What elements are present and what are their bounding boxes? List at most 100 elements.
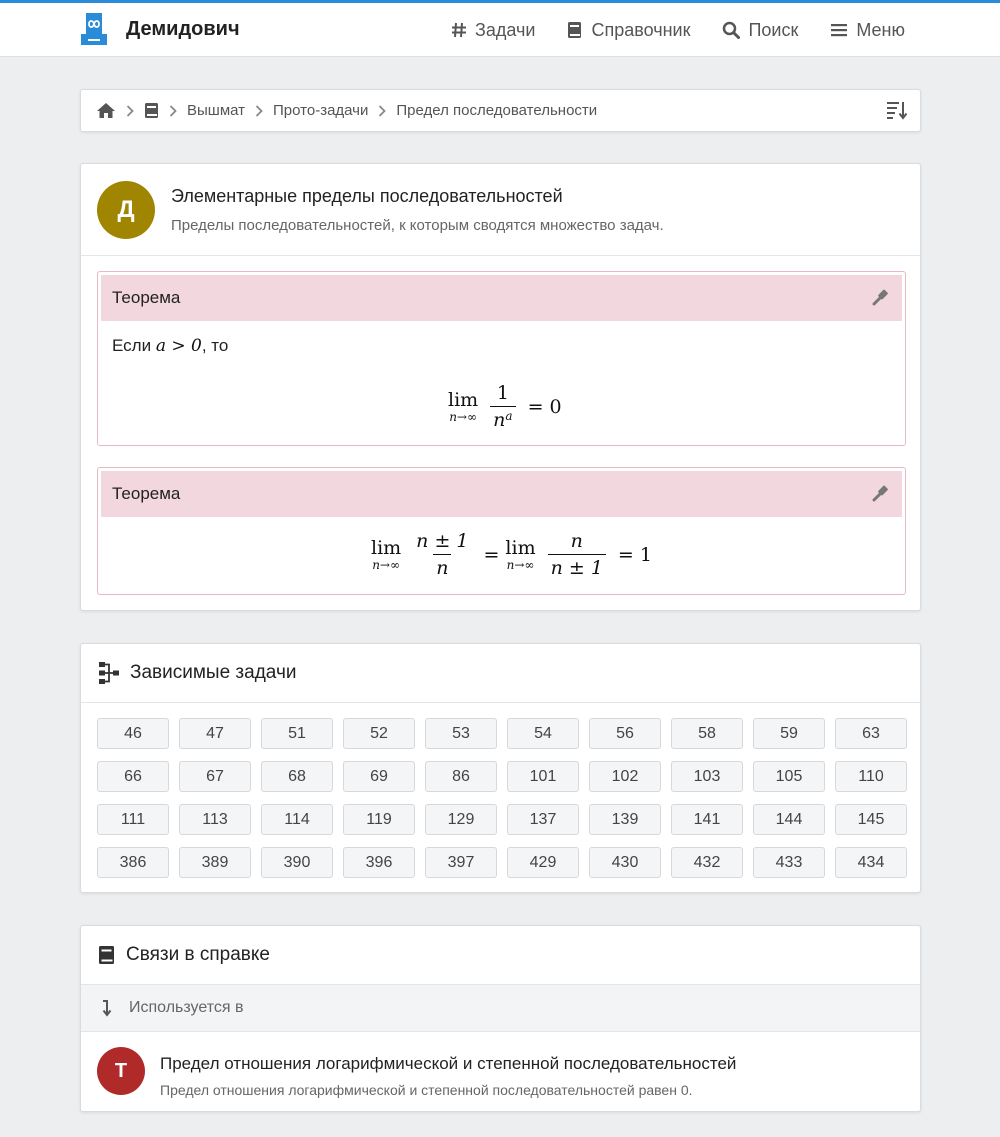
task-button[interactable]: 53 <box>425 718 497 749</box>
lim-subscript: n→∞ <box>372 557 400 572</box>
fraction-denominator: na <box>490 406 516 431</box>
theorem-header: Теорема <box>101 275 902 321</box>
nav-item-menu[interactable]: Меню <box>830 20 905 41</box>
brand-logo-icon <box>81 13 107 45</box>
dependent-tasks-title: Зависимые задачи <box>130 662 297 683</box>
chevron-right-icon <box>126 104 134 117</box>
sort-icon[interactable] <box>886 100 908 120</box>
breadcrumb-item-vyshmat[interactable]: Вышмат <box>187 102 245 119</box>
task-button[interactable]: 433 <box>753 847 825 878</box>
navbar: Демидович Задачи Справочник Поиск Меню <box>0 3 1000 57</box>
task-button[interactable]: 58 <box>671 718 743 749</box>
nav-item-search[interactable]: Поиск <box>722 20 798 41</box>
task-button[interactable]: 111 <box>97 804 169 835</box>
task-button[interactable]: 69 <box>343 761 415 792</box>
gavel-icon[interactable] <box>872 289 890 307</box>
theorem-text-after: , то <box>201 336 229 355</box>
task-button[interactable]: 63 <box>835 718 907 749</box>
reference-links-card: Связи в справке Используется в Т Предел … <box>80 925 921 1112</box>
theorem-label: Теорема <box>112 288 181 307</box>
fraction-numerator: n ± 1 <box>416 530 469 552</box>
gavel-icon[interactable] <box>872 485 890 503</box>
task-button[interactable]: 46 <box>97 718 169 749</box>
task-button[interactable]: 52 <box>343 718 415 749</box>
task-button[interactable]: 51 <box>261 718 333 749</box>
reference-links-header: Связи в справке <box>81 926 920 985</box>
book-icon[interactable] <box>144 102 159 119</box>
brand[interactable]: Демидович <box>80 12 240 46</box>
formula-rhs: 0 <box>549 395 562 418</box>
task-button[interactable]: 137 <box>507 804 579 835</box>
theorem-block: Теорема lim n→∞ n ± 1 n = lim n→∞ n n ± <box>97 467 906 595</box>
dependent-tasks-card: Зависимые задачи 46 47 51 52 53 54 56 58 59 63 66 6… <box>80 643 921 893</box>
task-button[interactable]: 113 <box>179 804 251 835</box>
home-icon[interactable] <box>96 102 116 119</box>
brand-name: Демидович <box>126 17 240 40</box>
task-button[interactable]: 47 <box>179 718 251 749</box>
task-button[interactable]: 129 <box>425 804 497 835</box>
task-button[interactable]: 102 <box>589 761 661 792</box>
task-button[interactable]: 434 <box>835 847 907 878</box>
task-button[interactable]: 114 <box>261 804 333 835</box>
task-button[interactable]: 141 <box>671 804 743 835</box>
theorem-header: Теорема <box>101 471 902 517</box>
fraction-numerator: n <box>570 530 583 552</box>
fraction: 1 na <box>490 382 516 431</box>
sitemap-icon <box>99 662 119 684</box>
task-button[interactable]: 66 <box>97 761 169 792</box>
task-button[interactable]: 145 <box>835 804 907 835</box>
lim-subscript: n→∞ <box>449 409 477 424</box>
topic-title: Элементарные пределы последовательностей <box>171 186 563 206</box>
task-button[interactable]: 54 <box>507 718 579 749</box>
breadcrumb-item-proto-tasks[interactable]: Прото-задачи <box>273 102 368 119</box>
lim-operator: lim n→∞ <box>448 388 479 424</box>
nav-item-search-label: Поиск <box>748 19 799 40</box>
fraction: n ± 1 n <box>413 530 471 579</box>
lim-operator: lim n→∞ <box>371 536 402 572</box>
task-button[interactable]: 386 <box>97 847 169 878</box>
nav-item-reference[interactable]: Справочник <box>567 20 690 41</box>
task-button[interactable]: 68 <box>261 761 333 792</box>
task-button[interactable]: 144 <box>753 804 825 835</box>
task-button[interactable]: 397 <box>425 847 497 878</box>
dependent-tasks-header: Зависимые задачи <box>81 644 920 703</box>
fraction-denominator: n <box>433 554 452 579</box>
task-button[interactable]: 396 <box>343 847 415 878</box>
nav-item-menu-label: Меню <box>856 19 905 40</box>
task-button[interactable]: 139 <box>589 804 661 835</box>
task-button[interactable]: 389 <box>179 847 251 878</box>
list-item-subtitle: Предел отношения логарифмической и степе… <box>160 1082 693 1098</box>
list-item[interactable]: Т Предел отношения логарифмической и сте… <box>81 1032 920 1111</box>
used-in-label: Используется в <box>129 999 244 1016</box>
task-button[interactable]: 432 <box>671 847 743 878</box>
theorem-label: Теорема <box>112 484 181 503</box>
task-button[interactable]: 110 <box>835 761 907 792</box>
equals-sign: = <box>527 395 544 418</box>
denominator-base: n <box>493 409 506 431</box>
task-button[interactable]: 105 <box>753 761 825 792</box>
task-button[interactable]: 101 <box>507 761 579 792</box>
fraction-denominator: n ± 1 <box>547 554 606 579</box>
nav-menu: Задачи Справочник Поиск Меню <box>419 3 905 57</box>
search-icon <box>723 21 741 39</box>
theorem-formula: lim n→∞ n ± 1 n = lim n→∞ n n ± 1 = 1 <box>371 530 652 579</box>
avatar: Т <box>97 1047 145 1095</box>
chevron-right-icon <box>169 104 177 117</box>
task-button[interactable]: 56 <box>589 718 661 749</box>
chevron-right-icon <box>378 104 387 117</box>
nav-item-tasks[interactable]: Задачи <box>451 20 535 41</box>
task-button[interactable]: 103 <box>671 761 743 792</box>
task-button[interactable]: 67 <box>179 761 251 792</box>
book-icon <box>99 946 114 964</box>
topic-header: Д Элементарные пределы последовательност… <box>81 164 920 256</box>
task-button[interactable]: 59 <box>753 718 825 749</box>
breadcrumb: Вышмат Прото-задачи Предел последователь… <box>80 89 921 132</box>
task-button[interactable]: 86 <box>425 761 497 792</box>
task-button[interactable]: 430 <box>589 847 661 878</box>
task-button[interactable]: 429 <box>507 847 579 878</box>
task-button[interactable]: 390 <box>261 847 333 878</box>
lim-subscript: n→∞ <box>506 557 535 572</box>
theorem-formula: lim n→∞ 1 na = 0 <box>448 382 562 431</box>
task-button[interactable]: 119 <box>343 804 415 835</box>
theorem-condition: a > 0 <box>155 336 202 356</box>
